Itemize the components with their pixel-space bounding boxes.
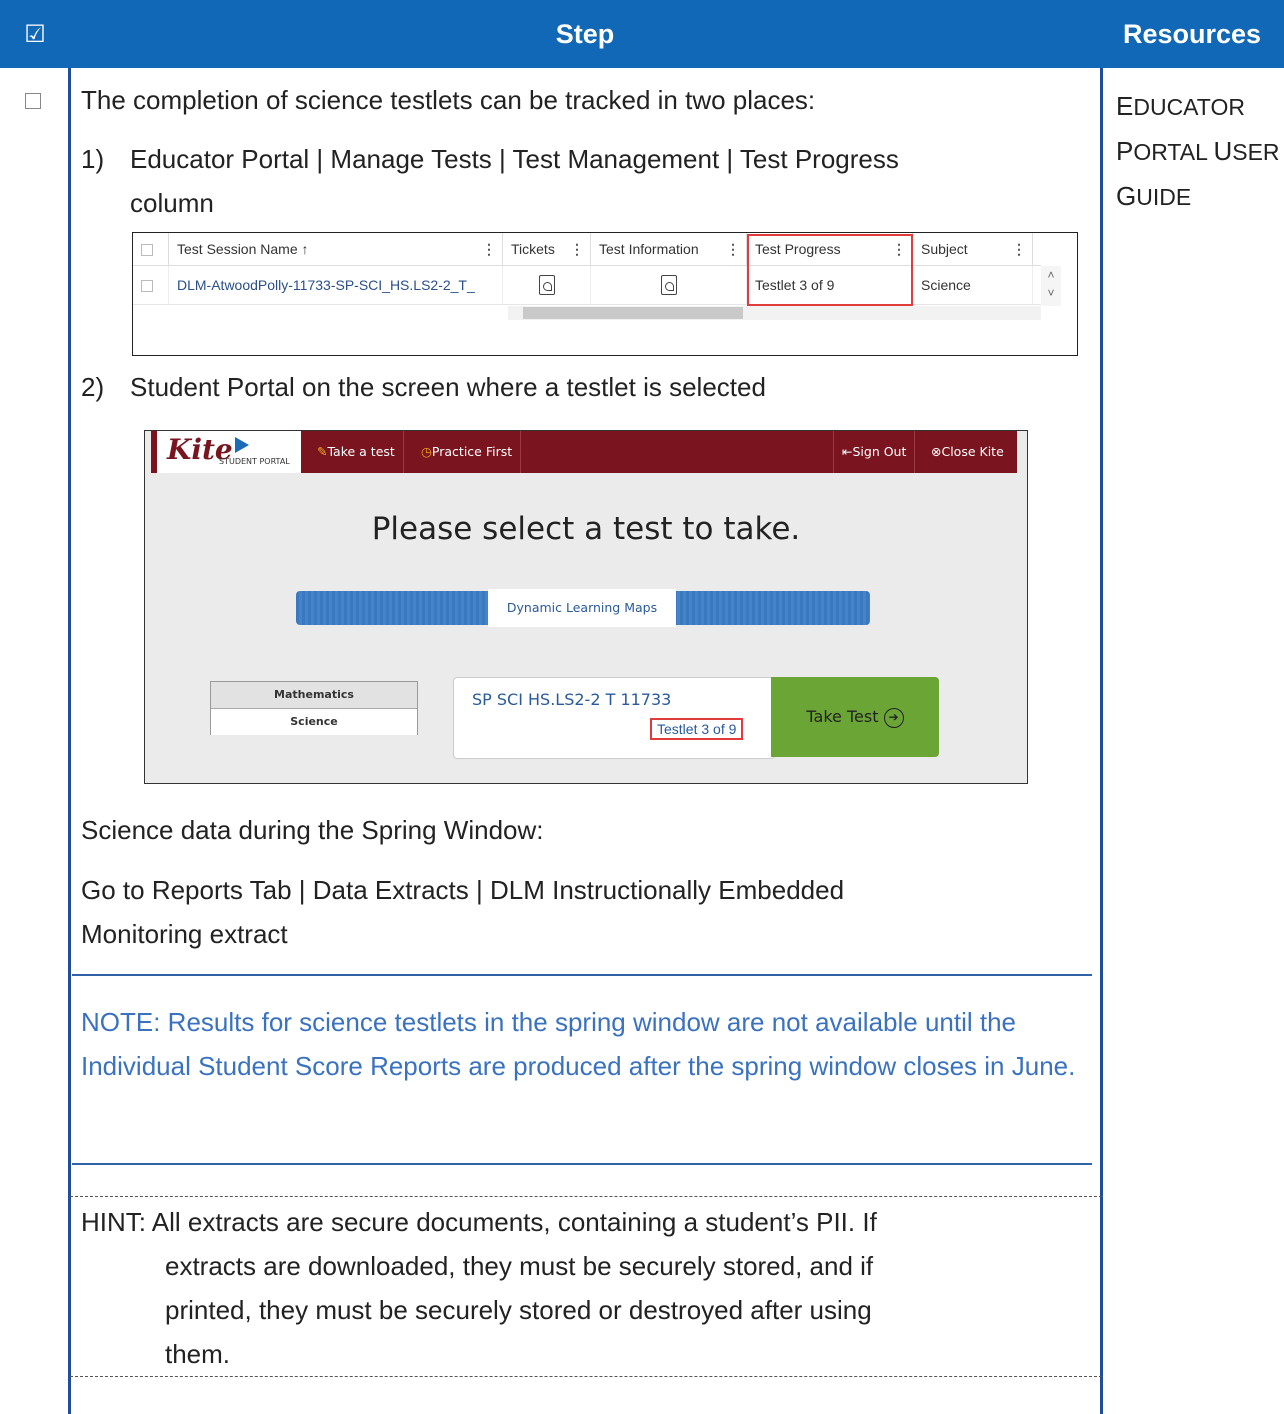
item2-text: Student Portal on the screen where a tes… [130, 372, 766, 402]
nav-close-kite[interactable]: ⊗Close Kite [923, 431, 1012, 473]
sign-out-icon: ⇤ [842, 444, 853, 459]
session-name-link[interactable]: DLM-AtwoodPolly-11733-SP-SCI_HS.LS2-2_T_ [169, 266, 503, 304]
column-menu-icon[interactable]: ⋮ [482, 233, 496, 265]
stopwatch-icon: ◷ [421, 444, 432, 459]
science-data-text: Science data during the Spring Window: [81, 815, 544, 845]
note-divider-top [72, 974, 1092, 976]
tickets-cell [503, 266, 591, 304]
logo-subtext: STUDENT PORTAL [219, 457, 290, 466]
kite-icon [235, 437, 249, 453]
note-text: NOTE: Results for science testlets in th… [81, 1007, 1076, 1081]
column-divider-left [68, 68, 71, 1414]
item1-line2: column [130, 188, 214, 218]
hint-divider-bottom [70, 1376, 1102, 1377]
tab-dynamic-learning-maps[interactable]: Dynamic Learning Maps [488, 589, 676, 627]
take-test-button[interactable]: Take Test ➔ [771, 677, 939, 757]
test-info-cell [591, 266, 747, 304]
arrow-right-icon: ➔ [883, 707, 904, 728]
nav-practice-first[interactable]: ◷Practice First [413, 431, 522, 473]
row-checkbox[interactable] [141, 280, 153, 293]
horizontal-scrollbar[interactable] [508, 306, 1041, 320]
step-header: Step [555, 18, 615, 49]
educator-portal-screenshot: Test Session Name ↑ ⋮ Tickets ⋮ Test Infor… [132, 232, 1078, 356]
row-select-cell [133, 266, 169, 304]
resources-cell: EDUCATOR PORTAL USER GUIDE [1116, 84, 1280, 219]
resources-header: Resources [1122, 18, 1262, 49]
close-icon: ⊗ [931, 444, 942, 459]
resource-line: PORTAL USER [1116, 136, 1280, 166]
intro-text: The completion of science testlets can b… [81, 85, 816, 115]
resource-line: EDUCATOR [1116, 91, 1245, 121]
goto-line2: Monitoring extract [81, 919, 288, 949]
resource-line: GUIDE [1116, 181, 1192, 211]
vertical-scrollbar[interactable]: ˄ ˅ [1041, 266, 1061, 306]
subject-item-science[interactable]: Science [211, 709, 417, 735]
subject-list: Mathematics Science [210, 681, 418, 735]
hint-line: HINT: All extracts are secure documents,… [81, 1207, 877, 1237]
select-all-cell [133, 233, 169, 265]
highlight-box [747, 234, 913, 306]
goto-line1: Go to Reports Tab | Data Extracts | DLM … [81, 875, 845, 905]
nav-sign-out[interactable]: ⇤Sign Out [833, 431, 916, 473]
pdf-icon[interactable] [539, 275, 555, 295]
note-divider-bottom [72, 1163, 1092, 1165]
column-header[interactable]: Test Session Name ↑ ⋮ [169, 233, 503, 265]
nav-take-test[interactable]: ✎Take a test [309, 431, 404, 473]
column-menu-icon[interactable]: ⋮ [726, 233, 740, 265]
item-number: 2) [81, 372, 105, 402]
column-header[interactable]: Subject ⋮ [913, 233, 1033, 265]
item-number: 1) [81, 144, 105, 174]
step-checkbox[interactable] [25, 93, 41, 109]
pencil-icon: ✎ [317, 444, 328, 459]
checkbox-header-icon: ☑ [24, 20, 46, 48]
subject-item-mathematics[interactable]: Mathematics [211, 682, 417, 709]
pdf-icon[interactable] [661, 275, 677, 295]
testlet-progress: Testlet 3 of 9 [650, 718, 744, 740]
column-menu-icon[interactable]: ⋮ [1012, 233, 1026, 265]
test-card: SP SCI HS.LS2-2 T 11733 Testlet 3 of 9 [453, 677, 775, 759]
table-header: ☑ Step Resources [0, 0, 1284, 68]
column-menu-icon[interactable]: ⋮ [570, 233, 584, 265]
hint-divider-top [70, 1196, 1102, 1197]
portal-title: Please select a test to take. [371, 511, 801, 547]
scrollbar-thumb[interactable] [523, 307, 743, 319]
student-portal-screenshot: Kite STUDENT PORTAL ✎Take a test ◷Practi… [144, 430, 1028, 784]
hint-line: printed, they must be securely stored or… [165, 1295, 872, 1325]
kite-logo: Kite STUDENT PORTAL [157, 431, 301, 473]
hint-block: HINT: All extracts are secure documents,… [81, 1200, 1091, 1376]
select-all-checkbox[interactable] [141, 244, 153, 257]
column-divider-right [1100, 68, 1103, 1414]
item1-line1: Educator Portal | Manage Tests | Test Ma… [130, 144, 899, 174]
test-name: SP SCI HS.LS2-2 T 11733 [472, 690, 672, 709]
subject-cell: Science [913, 266, 1033, 304]
portal-nav-bar: Kite STUDENT PORTAL ✎Take a test ◷Practi… [151, 431, 1017, 473]
column-header[interactable]: Tickets ⋮ [503, 233, 591, 265]
hint-line: them. [165, 1339, 231, 1369]
hint-line: extracts are downloaded, they must be se… [165, 1251, 874, 1281]
column-header[interactable]: Test Information ⋮ [591, 233, 747, 265]
